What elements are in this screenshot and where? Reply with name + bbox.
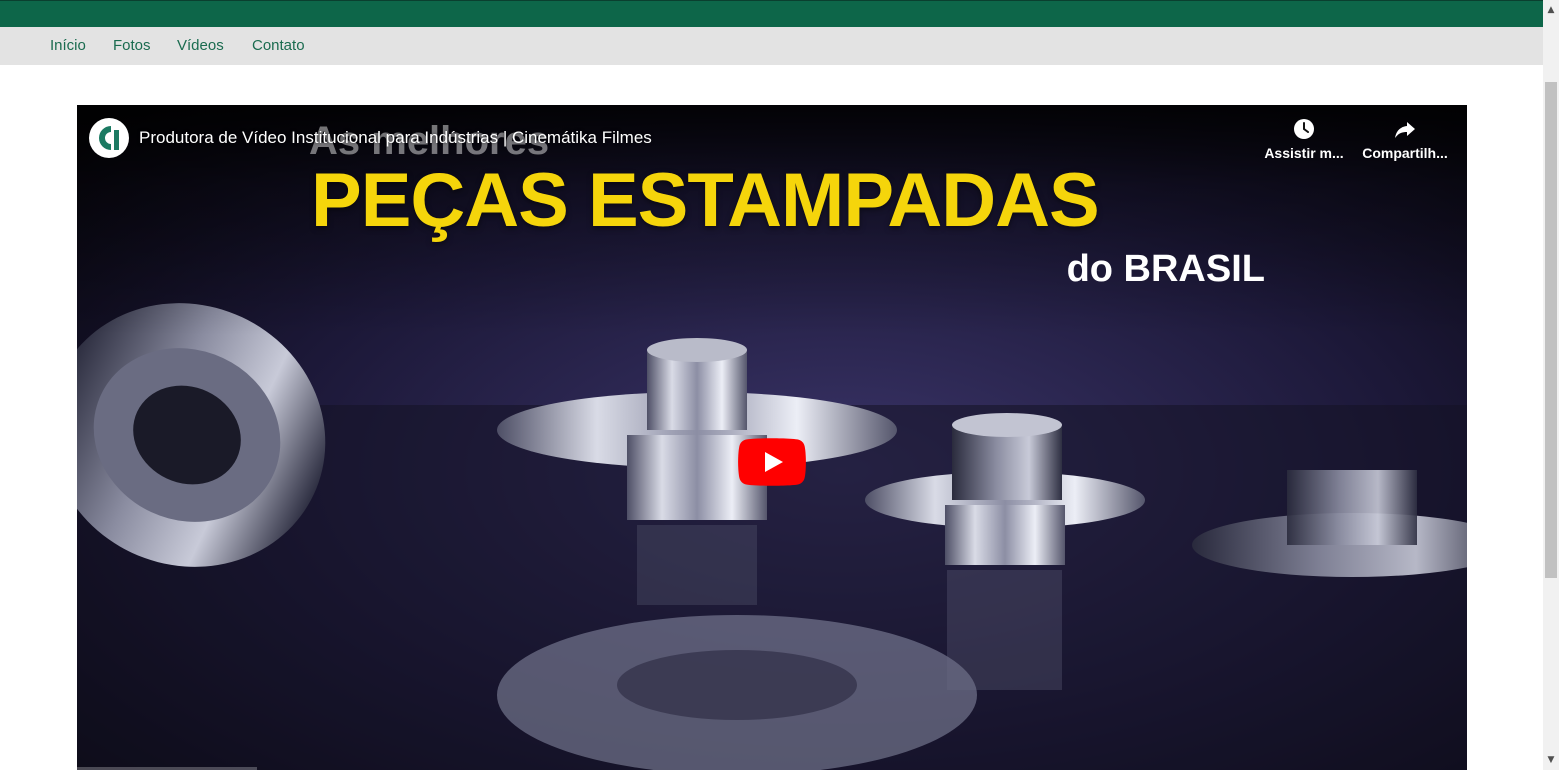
share-button[interactable]: Compartilh... [1360, 117, 1450, 161]
share-label: Compartilh... [1362, 145, 1448, 161]
play-icon[interactable] [738, 438, 806, 486]
nav-item-contato[interactable]: Contato [252, 37, 305, 54]
video-title[interactable]: Produtora de Vídeo Institucional para In… [139, 128, 652, 148]
main-nav: Início Fotos Vídeos Contato [0, 27, 1543, 65]
nav-item-inicio[interactable]: Início [50, 37, 86, 54]
watch-later-button[interactable]: Assistir m... [1259, 117, 1349, 161]
video-embed[interactable]: As melhores PEÇAS ESTAMPADAS do BRASIL P… [77, 105, 1467, 770]
channel-logo-icon[interactable] [89, 118, 129, 158]
overlay-line-3: do BRASIL [1066, 248, 1265, 290]
watch-later-label: Assistir m... [1264, 145, 1344, 161]
scroll-up-icon[interactable]: ▲ [1543, 2, 1559, 18]
scroll-down-icon[interactable]: ▼ [1543, 752, 1559, 768]
page-scrollbar[interactable]: ▲ ▼ [1543, 0, 1559, 770]
clock-icon [1294, 119, 1314, 139]
scroll-thumb[interactable] [1545, 82, 1557, 578]
nav-item-fotos[interactable]: Fotos [113, 37, 151, 54]
header-bar [0, 0, 1543, 27]
nav-item-videos[interactable]: Vídeos [177, 37, 224, 54]
share-icon [1395, 122, 1415, 138]
overlay-line-2: PEÇAS ESTAMPADAS [311, 158, 1100, 243]
video-header: Produtora de Vídeo Institucional para In… [89, 118, 652, 158]
